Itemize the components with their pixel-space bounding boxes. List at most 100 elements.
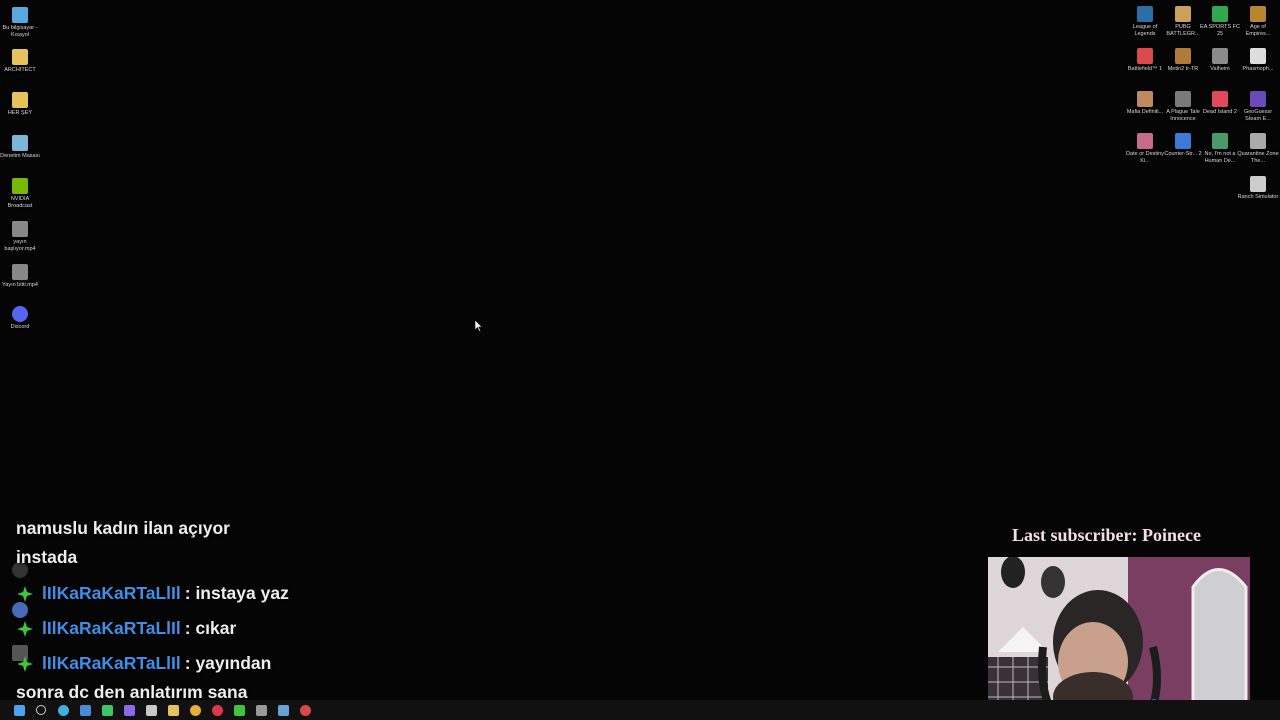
xbox-icon-glyph — [233, 704, 245, 716]
desktop-game-icon-4[interactable]: Battlefield™ 1 — [1125, 48, 1165, 73]
game-icon — [1212, 6, 1228, 22]
obs-icon[interactable] — [294, 700, 316, 720]
desktop-game-icon-8[interactable]: Mafia Definiti... — [1125, 91, 1165, 116]
game-icon — [1137, 133, 1153, 149]
desktop-icon-2[interactable]: HER ŞEY — [0, 92, 40, 117]
game-icon — [1137, 6, 1153, 22]
chat-username: lIlKaRaKaRTaLlIl — [42, 583, 181, 603]
desktop-game-icon-7[interactable]: Phasmoph... — [1238, 48, 1278, 73]
game-icon — [1212, 91, 1228, 107]
folder-icon — [12, 92, 28, 108]
desktop-icon-4[interactable]: NVIDIA Broadcast — [0, 178, 40, 210]
desktop-icon-label: Mafia Definiti... — [1126, 109, 1164, 115]
chat-username: lIlKaRaKaRTaLlIl — [42, 618, 181, 638]
desktop-game-icon-13[interactable]: Counter-Str... 2 — [1163, 133, 1203, 158]
desktop-game-icon-9[interactable]: A Plague Tale Innocence — [1163, 91, 1203, 123]
settings-icon-glyph — [79, 704, 91, 716]
mouse-cursor-icon — [474, 319, 483, 332]
windows-start-icon-glyph — [13, 704, 25, 716]
desktop-game-icon-1[interactable]: PUBG BATTLEGR... — [1163, 6, 1203, 38]
desktop-icon-0[interactable]: Bu bilgisayar - Kısayol — [0, 7, 40, 39]
desktop-icon-label: NVIDIA Broadcast — [7, 196, 33, 209]
desktop-icon-label: Dead Island 2 — [1203, 109, 1237, 115]
desktop-icon-label: A Plague Tale Innocence — [1166, 109, 1200, 122]
nvidia-icon — [12, 178, 28, 194]
game-icon — [1250, 176, 1266, 192]
whatsapp-icon[interactable] — [96, 700, 118, 720]
terminal-icon[interactable] — [250, 700, 272, 720]
folder-icon — [12, 49, 28, 65]
obs-icon-glyph — [299, 704, 311, 716]
windows-start-icon[interactable] — [8, 700, 30, 720]
game-icon — [1175, 6, 1191, 22]
discord-icon — [12, 306, 28, 322]
opera-icon[interactable] — [206, 700, 228, 720]
desktop-icon-label: Date or Destiny Ki... — [1126, 151, 1164, 164]
game-icon — [1212, 133, 1228, 149]
chrome-icon-glyph — [189, 704, 201, 716]
opera-icon-glyph — [211, 704, 223, 716]
desktop-game-icon-11[interactable]: GeoGuessr Steam E... — [1238, 91, 1278, 123]
game-icon — [1137, 91, 1153, 107]
desktop-icon-label: yayın başlıyor.mp4 — [4, 239, 36, 252]
game-icon — [1250, 6, 1266, 22]
chat-line-2: instada — [16, 547, 78, 567]
desktop-icon-label: Battlefield™ 1 — [1127, 66, 1163, 72]
control-panel-icon — [12, 135, 28, 151]
desktop-icon-label: Quarantine Zone The... — [1237, 151, 1279, 164]
game-icon — [1212, 48, 1228, 64]
webcam-feed — [988, 557, 1250, 720]
desktop-game-icon-3[interactable]: Age of Empires... — [1238, 6, 1278, 38]
webcam-image — [988, 557, 1250, 720]
search-icon[interactable] — [30, 700, 52, 720]
desktop-icon-label: Ranch Simulator — [1237, 194, 1279, 200]
file-explorer-icon[interactable] — [162, 700, 184, 720]
file-explorer-icon-glyph — [167, 704, 179, 716]
desktop-game-icon-5[interactable]: Metin2 tr-TR — [1163, 48, 1203, 73]
desktop-game-icon-15[interactable]: Quarantine Zone The... — [1237, 133, 1279, 165]
steam-icon[interactable] — [272, 700, 294, 720]
desktop-game-icon-6[interactable]: Valheim — [1200, 48, 1240, 73]
whatsapp-icon-glyph — [101, 704, 113, 716]
desktop-icon-7[interactable]: Discord — [0, 306, 40, 331]
desktop-icon-label: ARCHITECT — [4, 67, 36, 73]
desktop-icon-label: PUBG BATTLEGR... — [1166, 24, 1200, 37]
desktop-icon-label: Valheim — [1210, 66, 1230, 72]
store-icon-glyph — [145, 704, 157, 716]
sub-badge-icon — [16, 585, 34, 603]
game-icon — [1250, 133, 1266, 149]
desktop-icon-label: League of Legends — [1132, 24, 1158, 37]
desktop-icon-label: Counter-Str... 2 — [1164, 151, 1202, 157]
chat-username: lIlKaRaKaRTaLlIl — [42, 653, 181, 673]
settings-icon[interactable] — [74, 700, 96, 720]
edge-icon[interactable] — [52, 700, 74, 720]
edge-icon-glyph — [57, 704, 69, 716]
game-icon — [1137, 48, 1153, 64]
messenger-icon[interactable] — [118, 700, 140, 720]
chat-text: : yayından — [184, 653, 272, 673]
desktop-icon-label: Metin2 tr-TR — [1167, 66, 1199, 72]
desktop-icon-label: GeoGuessr Steam E... — [1243, 109, 1273, 122]
desktop-icon-5[interactable]: yayın başlıyor.mp4 — [0, 221, 40, 253]
chat-text: : instaya yaz — [184, 583, 289, 603]
store-icon[interactable] — [140, 700, 162, 720]
chat-text: : cıkar — [184, 618, 237, 638]
desktop-game-icon-2[interactable]: EA SPORTS FC 25 — [1200, 6, 1240, 38]
video-file-icon — [12, 221, 28, 237]
search-icon-glyph — [36, 705, 46, 715]
desktop-icon-label: No, I'm not a Human De... — [1204, 151, 1236, 164]
desktop-game-icon-10[interactable]: Dead Island 2 — [1200, 91, 1240, 116]
desktop-game-icon-12[interactable]: Date or Destiny Ki... — [1125, 133, 1165, 165]
desktop-icon-1[interactable]: ARCHITECT — [0, 49, 40, 74]
desktop-game-icon-0[interactable]: League of Legends — [1125, 6, 1165, 38]
desktop-icon-6[interactable]: Yayın bitti.mp4 — [0, 264, 40, 289]
game-icon — [1175, 133, 1191, 149]
game-icon — [1250, 91, 1266, 107]
chrome-icon[interactable] — [184, 700, 206, 720]
monitor-icon — [12, 7, 28, 23]
desktop-icon-3[interactable]: Denetim Masası — [0, 135, 40, 160]
desktop-game-icon-14[interactable]: No, I'm not a Human De... — [1200, 133, 1240, 165]
desktop-game-icon-16[interactable]: Ranch Simulator — [1238, 176, 1278, 201]
xbox-icon[interactable] — [228, 700, 250, 720]
desktop-icon-app[interactable] — [0, 602, 40, 618]
